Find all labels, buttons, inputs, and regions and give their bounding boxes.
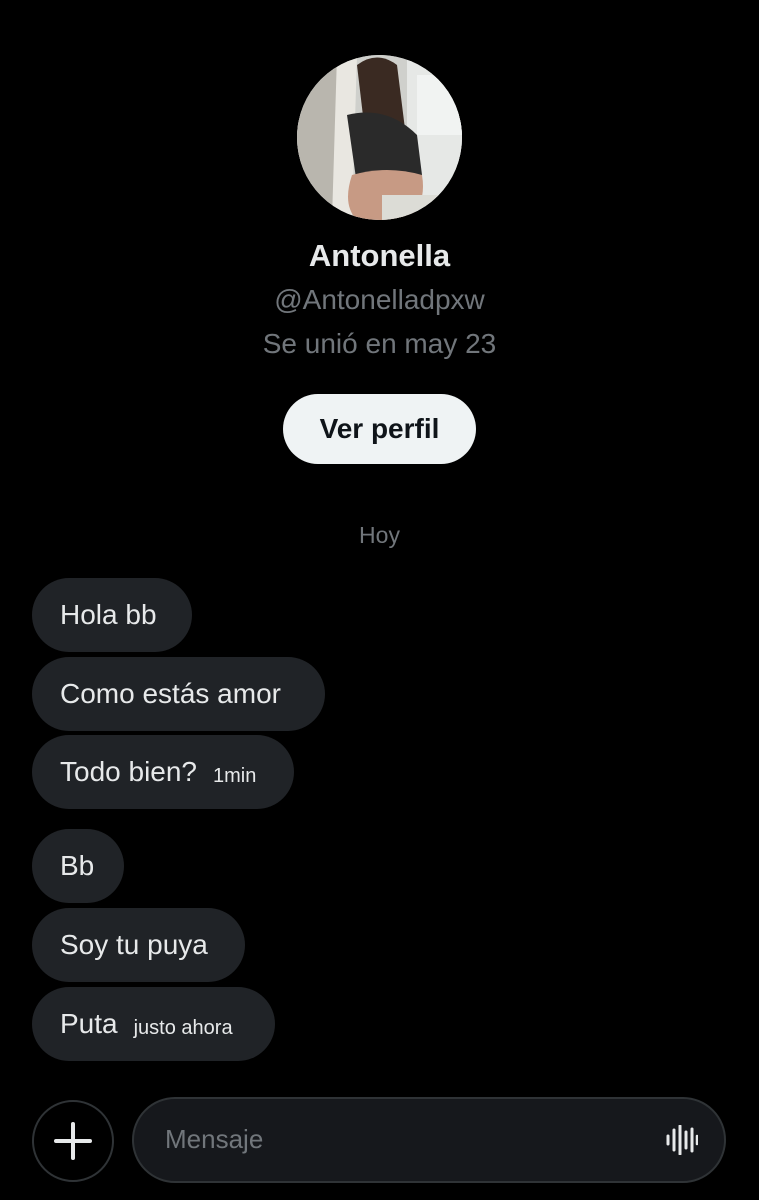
profile-joined-date: Se unió en may 23 — [262, 328, 497, 359]
message-text: Como estás amor — [60, 678, 281, 709]
message-bubble[interactable]: Como estás amor — [32, 657, 325, 731]
message-text: Soy tu puya — [60, 929, 208, 960]
message-text: Todo bien? — [60, 756, 198, 787]
message-text: Hola bb — [60, 599, 157, 630]
message-text: Puta — [60, 1008, 118, 1039]
message-bubble[interactable]: Todo bien? 1min — [32, 735, 294, 809]
message-bubble[interactable]: Soy tu puya — [32, 908, 245, 982]
add-attachment-button[interactable] — [32, 1100, 114, 1182]
view-profile-button[interactable]: Ver perfil — [283, 394, 476, 464]
message-input[interactable]: Mensaje — [132, 1097, 726, 1183]
profile-avatar[interactable] — [297, 55, 462, 220]
day-separator: Hoy — [359, 522, 400, 548]
message-bubble[interactable]: Puta justo ahora — [32, 987, 275, 1061]
message-bubble[interactable]: Bb — [32, 829, 124, 903]
message-bubble[interactable]: Hola bb — [32, 578, 192, 652]
message-timestamp: 1min — [213, 764, 257, 787]
voice-waveform-icon[interactable] — [666, 1125, 698, 1155]
profile-handle: @Antonelladpxw — [274, 284, 485, 315]
profile-name: Antonella — [308, 238, 451, 273]
message-text: Bb — [60, 850, 95, 881]
plus-icon — [54, 1122, 92, 1160]
message-input-placeholder: Mensaje — [165, 1124, 264, 1154]
avatar-photo — [297, 55, 462, 220]
message-timestamp: justo ahora — [133, 1016, 233, 1039]
